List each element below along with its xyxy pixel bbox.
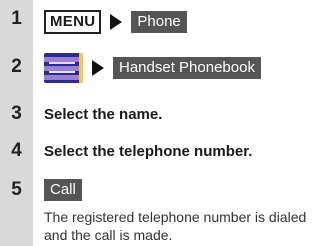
call-soft-key: Call [44,179,82,201]
step-number-4: 4 [11,140,22,161]
phonebook-icon [44,53,83,83]
step-number-1: 1 [11,8,22,29]
step-5: Call [44,179,82,201]
step-number-3: 3 [11,103,22,124]
step-number-5: 5 [11,179,22,200]
step-3-text: Select the name. [44,106,163,123]
right-arrow-icon [92,60,104,76]
right-arrow-icon [110,14,123,30]
step-4-text: Select the telephone number. [44,143,253,160]
step-5-note: The registered telephone number is diale… [44,209,307,243]
instruction-page: 1 MENU Phone 2 Handset Phonebook 3 Selec… [0,0,330,246]
step-3: Select the name. [44,106,162,123]
phone-soft-key: Phone [131,11,187,33]
step-4: Select the telephone number. [44,143,252,160]
step-number-2: 2 [11,56,22,77]
handset-phonebook-soft-key: Handset Phonebook [113,57,261,79]
step-1: MENU Phone [44,10,187,34]
step-2: Handset Phonebook [44,53,261,83]
menu-key: MENU [44,10,102,34]
